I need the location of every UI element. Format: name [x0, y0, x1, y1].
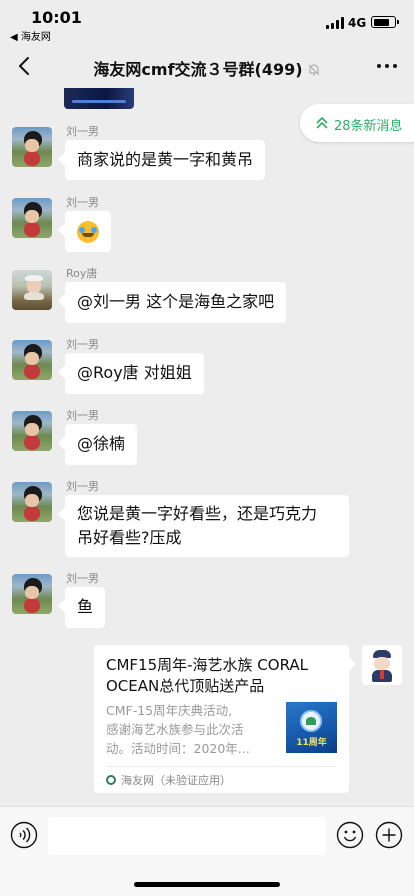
- message-bubble[interactable]: 鱼: [65, 587, 106, 628]
- voice-input-icon[interactable]: [10, 821, 38, 849]
- home-indicator[interactable]: [134, 882, 280, 887]
- message-line: 您说是黄一字好看些，还是巧克力: [77, 504, 318, 523]
- previous-image-message[interactable]: [64, 88, 134, 109]
- battery-level: [373, 18, 390, 26]
- avatar[interactable]: [12, 482, 52, 522]
- sender-name: 刘一男: [66, 196, 99, 209]
- grinning-sweat-emoji-icon: [77, 221, 99, 243]
- group-name: 海友网cmf交流３号群(499): [93, 60, 303, 79]
- desc-line: 感谢海艺水族参与此次活: [106, 722, 244, 737]
- thumbnail-label: 11周年: [296, 738, 327, 748]
- avatar[interactable]: [12, 270, 52, 310]
- link-card-thumbnail: 11周年: [286, 702, 337, 753]
- signal-icon: [326, 17, 344, 29]
- desc-line: CMF-15周年庆典活动,: [106, 703, 233, 718]
- mute-bell-icon: [308, 64, 320, 76]
- emoji-icon[interactable]: [336, 821, 364, 849]
- sender-name: 刘一男: [66, 125, 99, 138]
- message-bubble[interactable]: @刘一男 这个是海鱼之家吧: [65, 282, 287, 323]
- link-card-description: CMF-15周年庆典活动, 感谢海艺水族参与此次活 动。活动时间：2020年..…: [106, 701, 280, 758]
- more-options-icon[interactable]: [376, 57, 398, 75]
- message-input[interactable]: [48, 817, 326, 855]
- battery-icon: [371, 16, 399, 28]
- avatar[interactable]: [12, 574, 52, 614]
- sender-name: Roy唐: [66, 267, 98, 280]
- double-chevron-up-icon: [316, 116, 328, 129]
- plus-icon[interactable]: [375, 821, 403, 849]
- message-line: 吊好看些?压成: [77, 528, 182, 547]
- avatar[interactable]: [12, 411, 52, 451]
- new-messages-label: 28条新消息: [334, 119, 403, 134]
- message-bubble[interactable]: 商家说的是黄一字和黄吊: [65, 140, 266, 180]
- link-card-message[interactable]: CMF15周年-海艺水族 CORAL OCEAN总代顶贴送产品 CMF-15周年…: [94, 645, 349, 793]
- message-bubble[interactable]: [65, 211, 111, 252]
- source-label: 海友网（未验证应用）: [121, 774, 231, 787]
- new-messages-button[interactable]: 28条新消息: [300, 104, 414, 142]
- sender-name: 刘一男: [66, 409, 99, 422]
- status-bar: 10:01 ◀ 海友网 4G: [0, 0, 414, 44]
- avatar[interactable]: [12, 127, 52, 167]
- message-bubble[interactable]: 您说是黄一字好看些，还是巧克力 吊好看些?压成: [65, 495, 349, 557]
- anniversary-logo-icon: [300, 710, 322, 732]
- sender-name: 刘一男: [66, 480, 99, 493]
- avatar[interactable]: [12, 198, 52, 238]
- avatar[interactable]: [12, 340, 52, 380]
- link-card-source: 海友网（未验证应用）: [106, 772, 231, 788]
- app-logo-icon: [106, 775, 116, 785]
- chat-header: 海友网cmf交流３号群(499): [0, 44, 414, 88]
- sender-name: 刘一男: [66, 572, 99, 585]
- divider: [106, 766, 337, 767]
- network-type: 4G: [348, 16, 367, 30]
- sender-name: 刘一男: [66, 338, 99, 351]
- back-to-app-link[interactable]: ◀ 海友网: [10, 28, 51, 43]
- message-bubble[interactable]: @徐楠: [65, 424, 138, 465]
- message-bubble[interactable]: @Roy唐 对姐姐: [65, 353, 204, 394]
- desc-line: 动。活动时间：2020年...: [106, 741, 250, 756]
- chat-title: 海友网cmf交流３号群(499): [0, 56, 414, 80]
- link-card-title: CMF15周年-海艺水族 CORAL OCEAN总代顶贴送产品: [106, 656, 309, 695]
- clock: 10:01: [31, 8, 82, 27]
- my-avatar[interactable]: [362, 645, 402, 685]
